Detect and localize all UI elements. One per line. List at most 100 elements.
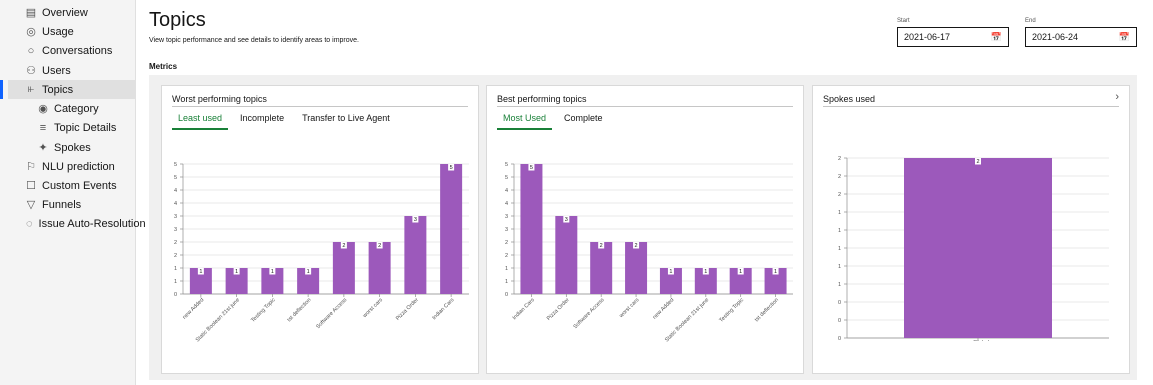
bar[interactable] [368, 242, 391, 294]
bar[interactable] [404, 216, 427, 294]
card-title: Best performing topics [497, 94, 587, 104]
sidebar-item-nlu-prediction[interactable]: ⚐ NLU prediction [8, 157, 136, 176]
worst-tabs: Least used Incomplete Transfer to Live A… [172, 113, 402, 130]
divider [172, 106, 468, 107]
x-tick-label: Software Access [573, 297, 606, 330]
bar[interactable] [904, 158, 1052, 338]
bar[interactable] [520, 164, 543, 294]
tab-incomplete[interactable]: Incomplete [234, 113, 290, 130]
cursor-icon: ☐ [26, 180, 36, 192]
sidebar: ▤ Overview ◎ Usage ○ Conversations ⚇ Users ⫦ Topi… [0, 0, 146, 385]
y-tick-label: 2 [505, 240, 508, 246]
start-date-value: 2021-06-17 [904, 32, 951, 42]
tab-least-used[interactable]: Least used [172, 113, 229, 130]
y-tick-label: 2 [505, 253, 508, 259]
y-tick-label: 4 [174, 201, 177, 207]
sidebar-item-spokes[interactable]: ✦ Spokes [8, 138, 136, 157]
y-tick-label: 1 [174, 266, 177, 272]
sidebar-item-category[interactable]: ◉ Category [8, 99, 136, 118]
bar[interactable] [332, 242, 355, 294]
bar-value-label: 2 [635, 243, 638, 249]
spokes-used-chart: 0 0 0 1 1 1 1 1 2 2 2 2 Global [838, 156, 1109, 341]
y-tick-label: 2 [174, 253, 177, 259]
divider [497, 106, 793, 107]
x-tick-label: Indian Cars [512, 297, 536, 321]
start-date-field[interactable]: 2021-06-17 📅 [897, 27, 1009, 47]
tab-most-used[interactable]: Most Used [497, 113, 553, 130]
page-subtitle: View topic performance and see details t… [149, 37, 359, 44]
bar-value-label: 1 [199, 269, 202, 275]
end-date-label: End [1025, 18, 1036, 24]
bar-value-label: 1 [307, 269, 310, 275]
chevron-right-icon[interactable]: › [1115, 91, 1119, 103]
sidebar-item-conversations[interactable]: ○ Conversations [8, 41, 136, 60]
sidebar-item-users[interactable]: ⚇ Users [8, 61, 136, 80]
x-tick-label: Indian Cars [431, 297, 455, 321]
x-tick-label: new Added [652, 297, 675, 320]
bar-value-label: 1 [235, 269, 238, 275]
end-date-field[interactable]: 2021-06-24 📅 [1025, 27, 1137, 47]
tab-complete[interactable]: Complete [558, 113, 609, 130]
sidebar-item-label: Issue Auto-Resolution [38, 217, 146, 230]
y-tick-label: 1 [505, 266, 508, 272]
sidebar-item-label: NLU prediction [42, 160, 115, 173]
sidebar-item-issue-auto-resolution[interactable]: ◌ Issue Auto-Resolution [8, 214, 146, 233]
y-tick-label: 0 [838, 300, 841, 306]
y-tick-label: 0 [838, 318, 841, 324]
y-tick-label: 2 [838, 192, 841, 198]
sidebar-item-label: Users [42, 64, 71, 77]
card-title: Spokes used [823, 94, 876, 104]
calendar-icon[interactable]: 📅 [1119, 32, 1130, 43]
sidebar-item-usage[interactable]: ◎ Usage [8, 22, 136, 41]
calendar-icon[interactable]: 📅 [991, 32, 1002, 43]
bar-value-label: 1 [739, 269, 742, 275]
bar-value-label: 5 [530, 165, 533, 171]
x-tick-label: worst cars [618, 297, 641, 320]
sidebar-item-overview[interactable]: ▤ Overview [8, 3, 136, 22]
sidebar-item-funnels[interactable]: ▽ Funnels [8, 195, 136, 214]
y-tick-label: 4 [505, 201, 508, 207]
y-tick-label: 0 [505, 292, 508, 298]
worst-topics-chart: 011223344551new Added1Static Boolean 21s… [174, 162, 469, 343]
best-topics-card: Best performing topics Most Used Complet… [486, 85, 804, 374]
sidebar-item-label: Custom Events [42, 179, 117, 192]
y-tick-label: 4 [174, 188, 177, 194]
gauge-icon: ◎ [26, 26, 36, 38]
bar-value-label: 2 [378, 243, 381, 249]
users-icon: ⚇ [26, 65, 36, 77]
bar-value-label: 5 [450, 165, 453, 171]
metrics-area: Worst performing topics Least used Incom… [149, 75, 1137, 380]
bar[interactable] [440, 164, 463, 294]
y-tick-label: 3 [174, 227, 177, 233]
y-tick-label: 3 [505, 227, 508, 233]
bar-value-label: 2 [342, 243, 345, 249]
x-tick-label: Pizza Order [395, 297, 420, 322]
card-title: Worst performing topics [172, 94, 267, 104]
x-tick-label: new Added [182, 297, 205, 320]
page-title: Topics [149, 9, 206, 31]
sidebar-item-topic-details[interactable]: ≡ Topic Details [8, 118, 136, 137]
best-tabs: Most Used Complete [497, 113, 615, 130]
tab-transfer-live-agent[interactable]: Transfer to Live Agent [296, 113, 396, 130]
sidebar-item-label: Category [54, 102, 99, 115]
bar[interactable] [555, 216, 578, 294]
sidebar-item-topics[interactable]: ⫦ Topics [0, 80, 136, 99]
bar[interactable] [590, 242, 613, 294]
start-date-group: Start 2021-06-17 📅 [897, 18, 1009, 47]
best-topics-chart: 0 1 1 2 2 3 3 4 4 5 5 5 Indian Cars 3 Pizza Order 2 Soft… [505, 162, 793, 343]
bar[interactable] [625, 242, 648, 294]
eye-icon: ◉ [38, 103, 48, 115]
y-tick-label: 2 [174, 240, 177, 246]
bar-value-label: 2 [976, 159, 979, 165]
topics-icon: ⫦ [27, 83, 35, 95]
sidebar-item-label: Conversations [42, 44, 113, 57]
worst-topics-card: Worst performing topics Least used Incom… [161, 85, 479, 374]
bar-value-label: 3 [414, 217, 417, 223]
calendar-icon: ▤ [25, 7, 37, 19]
spokes-icon: ✦ [38, 142, 48, 154]
funnel-icon: ▽ [26, 199, 36, 211]
chat-bubble-icon: ○ [27, 44, 35, 57]
sidebar-item-label: Spokes [54, 141, 91, 154]
sidebar-item-custom-events[interactable]: ☐ Custom Events [8, 176, 136, 195]
bulb-icon: ⚐ [26, 161, 36, 173]
